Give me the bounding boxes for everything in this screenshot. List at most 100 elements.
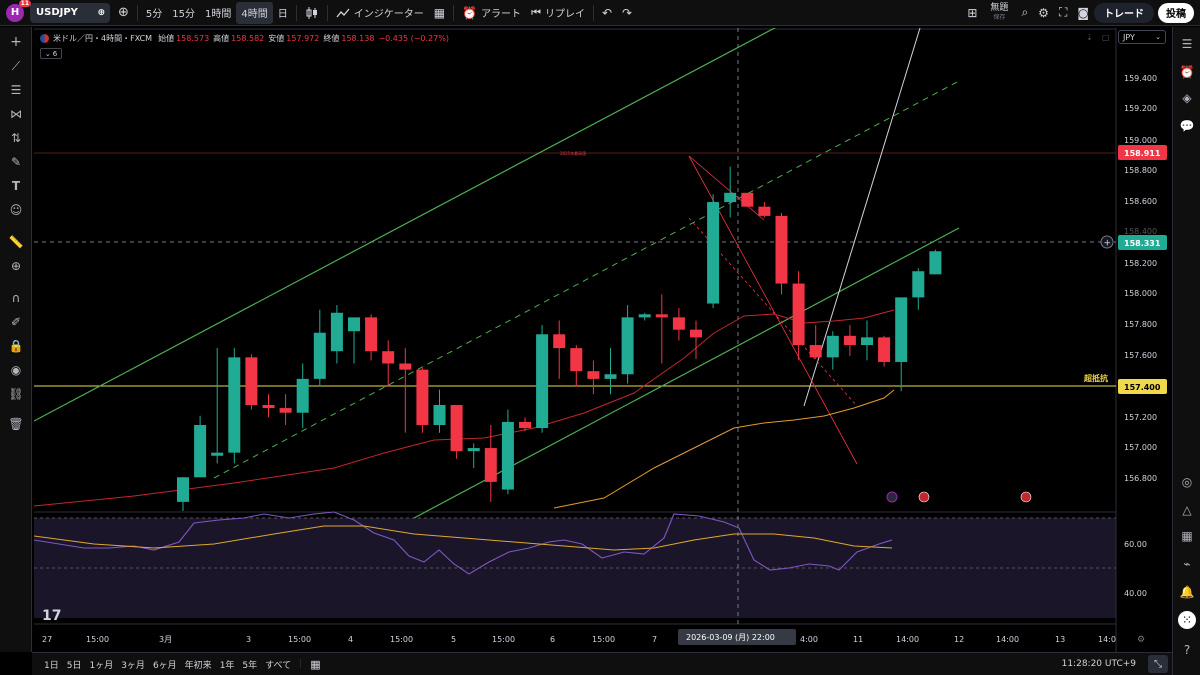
layers-icon[interactable]: ◈ bbox=[1178, 89, 1196, 107]
stay-in-draw-icon[interactable]: 🔒 bbox=[7, 337, 25, 355]
camera-icon[interactable]: ◙ bbox=[1072, 2, 1094, 24]
zoom-in-icon[interactable]: ⊕ bbox=[7, 257, 25, 275]
range-3m[interactable]: 3ヶ月 bbox=[117, 658, 149, 671]
event-lightning-icon[interactable] bbox=[886, 491, 898, 503]
forecast-icon[interactable]: ⇅ bbox=[7, 129, 25, 147]
indicator-toggle[interactable]: ⌄ 6 bbox=[40, 48, 62, 59]
time-tick: 6 bbox=[550, 635, 555, 644]
apps-grid-icon[interactable]: ⁙ bbox=[1178, 611, 1196, 629]
symbol-label: USDJPY bbox=[36, 7, 78, 18]
fib-retracement-icon[interactable]: ☰ bbox=[7, 81, 25, 99]
link-icon[interactable]: ⛓ bbox=[7, 385, 25, 403]
pane-collapse-icon[interactable]: ⇣ bbox=[1086, 33, 1093, 42]
range-1m[interactable]: 1ヶ月 bbox=[85, 658, 117, 671]
settings-gear-icon[interactable]: ⚙ bbox=[1033, 2, 1054, 24]
layout-save-label: 保存 bbox=[993, 13, 1006, 21]
range-1y[interactable]: 1年 bbox=[216, 658, 239, 671]
chat-icon[interactable]: 💬 bbox=[1178, 117, 1196, 135]
price-tick: 158.000 bbox=[1124, 289, 1157, 298]
trade-button[interactable]: トレード bbox=[1094, 2, 1154, 23]
interval-1h[interactable]: 1時間 bbox=[200, 2, 236, 24]
legend-high-label: 高値 bbox=[213, 33, 230, 43]
interval-5m[interactable]: 5分 bbox=[141, 2, 167, 24]
emoji-icon[interactable]: ☺ bbox=[7, 201, 25, 219]
help-icon[interactable]: ? bbox=[1178, 641, 1196, 659]
indicator-count: 6 bbox=[52, 49, 58, 58]
trash-icon[interactable]: 🗑 bbox=[7, 415, 25, 433]
range-5d[interactable]: 5日 bbox=[63, 658, 86, 671]
replay-button[interactable]: ⏮ リプレイ bbox=[526, 2, 590, 24]
us-flag-event-icon[interactable] bbox=[918, 491, 930, 503]
layout-icon[interactable]: ⊞ bbox=[962, 2, 982, 24]
time-tick: 15:00 bbox=[592, 635, 615, 644]
range-all[interactable]: すべて bbox=[261, 658, 295, 671]
replay-label: リプレイ bbox=[544, 9, 585, 20]
search-icon[interactable]: ⌕ bbox=[1016, 2, 1033, 24]
lock-drawing-icon[interactable]: ✐ bbox=[7, 313, 25, 331]
legend-open-label: 始値 bbox=[158, 33, 175, 43]
price-tick: 159.400 bbox=[1124, 74, 1157, 83]
chart-pane[interactable]: 2025年最高値 超抵抗 159.400 159.200 159.000 158… bbox=[33, 22, 1171, 652]
calendar-icon[interactable]: ▦ bbox=[1178, 527, 1196, 545]
candle-bullish bbox=[912, 271, 925, 298]
time-axis[interactable]: 27 15:00 3月 3 15:00 4 15:00 5 15:00 6 15… bbox=[42, 635, 1145, 645]
candle-type-icon[interactable] bbox=[300, 2, 324, 24]
candle-bearish bbox=[519, 421, 531, 429]
trend-line-icon[interactable]: ⟋ bbox=[7, 57, 25, 75]
undo-icon[interactable]: ↶ bbox=[597, 2, 617, 24]
stream-icon[interactable]: ⌁ bbox=[1178, 555, 1196, 573]
range-5y[interactable]: 5年 bbox=[238, 658, 261, 671]
currency-selector[interactable]: JPY ⌄ bbox=[1118, 30, 1166, 44]
ruler-icon[interactable]: 📏 bbox=[7, 233, 25, 251]
time-tick: 14:00 bbox=[896, 635, 919, 644]
pane-maximize-icon[interactable]: ▢ bbox=[1102, 33, 1110, 42]
redo-icon[interactable]: ↷ bbox=[617, 2, 637, 24]
symbol-search[interactable]: USDJPY ⊕ bbox=[30, 2, 110, 23]
watchlist-icon[interactable]: ☰ bbox=[1178, 35, 1196, 53]
interval-1d[interactable]: 日 bbox=[273, 2, 293, 24]
candle-bearish bbox=[279, 408, 292, 413]
interval-15m[interactable]: 15分 bbox=[167, 2, 200, 24]
range-ytd[interactable]: 年初来 bbox=[181, 658, 216, 671]
price-tick: 158.600 bbox=[1124, 197, 1157, 206]
time-axis-settings-icon[interactable]: ⚙ bbox=[1137, 635, 1145, 645]
candle-bullish bbox=[501, 421, 514, 490]
alert-button[interactable]: ⏰ アラート bbox=[457, 2, 526, 24]
pattern-icon[interactable]: ⋈ bbox=[7, 105, 25, 123]
range-6m[interactable]: 6ヶ月 bbox=[149, 658, 181, 671]
text-tool-icon[interactable]: T bbox=[7, 177, 25, 195]
candle-bullish bbox=[621, 317, 634, 375]
brush-icon[interactable]: ✎ bbox=[7, 153, 25, 171]
alert-clock-icon: ⏰ bbox=[462, 5, 478, 20]
layout-grid-icon[interactable]: ▦ bbox=[429, 2, 450, 24]
crosshair-icon[interactable]: + bbox=[7, 33, 25, 51]
eye-icon[interactable]: ◉ bbox=[7, 361, 25, 379]
compass-icon[interactable]: ◎ bbox=[1178, 473, 1196, 491]
range-1d[interactable]: 1日 bbox=[40, 658, 63, 671]
legend-high: 158.582 bbox=[231, 33, 265, 43]
date-range-calendar-icon[interactable]: ▦ bbox=[306, 658, 324, 671]
utc-clock[interactable]: 11:28:20 UTC+9 bbox=[1062, 659, 1136, 669]
price-axis: 159.400 159.200 159.000 158.800 158.600 … bbox=[1124, 74, 1157, 483]
candle-bearish bbox=[570, 348, 583, 372]
candle-bullish bbox=[348, 317, 360, 332]
price-tick: 158.200 bbox=[1124, 259, 1157, 268]
save-layout-button[interactable]: 無題 保存 bbox=[982, 3, 1016, 22]
auto-scale-icon[interactable]: ⤡ bbox=[1148, 655, 1168, 673]
legend-title[interactable]: 米ドル／円・4時間・FXCM bbox=[53, 33, 152, 44]
alerts-clock-icon[interactable]: ⏰ bbox=[1178, 63, 1196, 81]
add-symbol-icon[interactable]: ⊕ bbox=[113, 2, 134, 24]
candle-bullish bbox=[929, 251, 942, 275]
indicators-button[interactable]: インジケーター bbox=[331, 2, 429, 24]
magnet-icon[interactable]: ∩ bbox=[7, 289, 25, 307]
interval-4h[interactable]: 4時間 bbox=[236, 1, 273, 24]
user-avatar[interactable]: H 11 bbox=[6, 0, 31, 22]
replay-icon: ⏮ bbox=[531, 5, 541, 19]
candle-bullish bbox=[604, 374, 617, 379]
notifications-icon[interactable]: 🔔 bbox=[1178, 583, 1196, 601]
price-tick: 159.000 bbox=[1124, 136, 1157, 145]
ideas-icon[interactable]: △ bbox=[1178, 501, 1196, 519]
us-flag-event-icon[interactable] bbox=[1020, 491, 1032, 503]
fullscreen-icon[interactable]: ⛶ bbox=[1054, 2, 1072, 24]
post-button[interactable]: 投稿 bbox=[1158, 2, 1194, 23]
